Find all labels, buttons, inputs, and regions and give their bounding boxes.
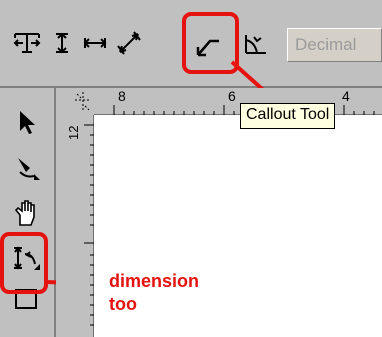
angular-dimension-icon[interactable] <box>240 29 270 59</box>
vertical-dimension-icon[interactable] <box>47 28 77 58</box>
ruler-label-4: 4 <box>342 88 350 104</box>
pan-tool-icon[interactable] <box>8 195 44 231</box>
shape-tool-icon[interactable] <box>8 150 44 186</box>
horizontal-dimension-icon[interactable] <box>80 28 110 58</box>
dimension-tool-highlight <box>0 232 48 294</box>
ruler-origin[interactable] <box>56 88 94 115</box>
vertical-ruler-ticks <box>84 124 94 326</box>
ruler-label-8: 8 <box>118 88 126 104</box>
horizontal-ruler-ticks <box>113 105 375 115</box>
annotation-label-line1: dimension <box>109 271 200 291</box>
slanted-dimension-icon[interactable] <box>114 28 144 58</box>
ruler-origin-icon <box>75 92 91 111</box>
text-dimension-icon[interactable] <box>12 28 42 58</box>
ruler-label-12: 12 <box>66 125 81 140</box>
annotation-label-line2: too <box>109 294 137 314</box>
callout-tool-tooltip: Callout Tool <box>240 103 336 129</box>
units-select[interactable]: Decimal <box>287 28 382 62</box>
drawing-canvas[interactable] <box>94 116 382 337</box>
pick-tool-icon[interactable] <box>8 105 44 141</box>
ruler-label-6: 6 <box>228 88 236 104</box>
